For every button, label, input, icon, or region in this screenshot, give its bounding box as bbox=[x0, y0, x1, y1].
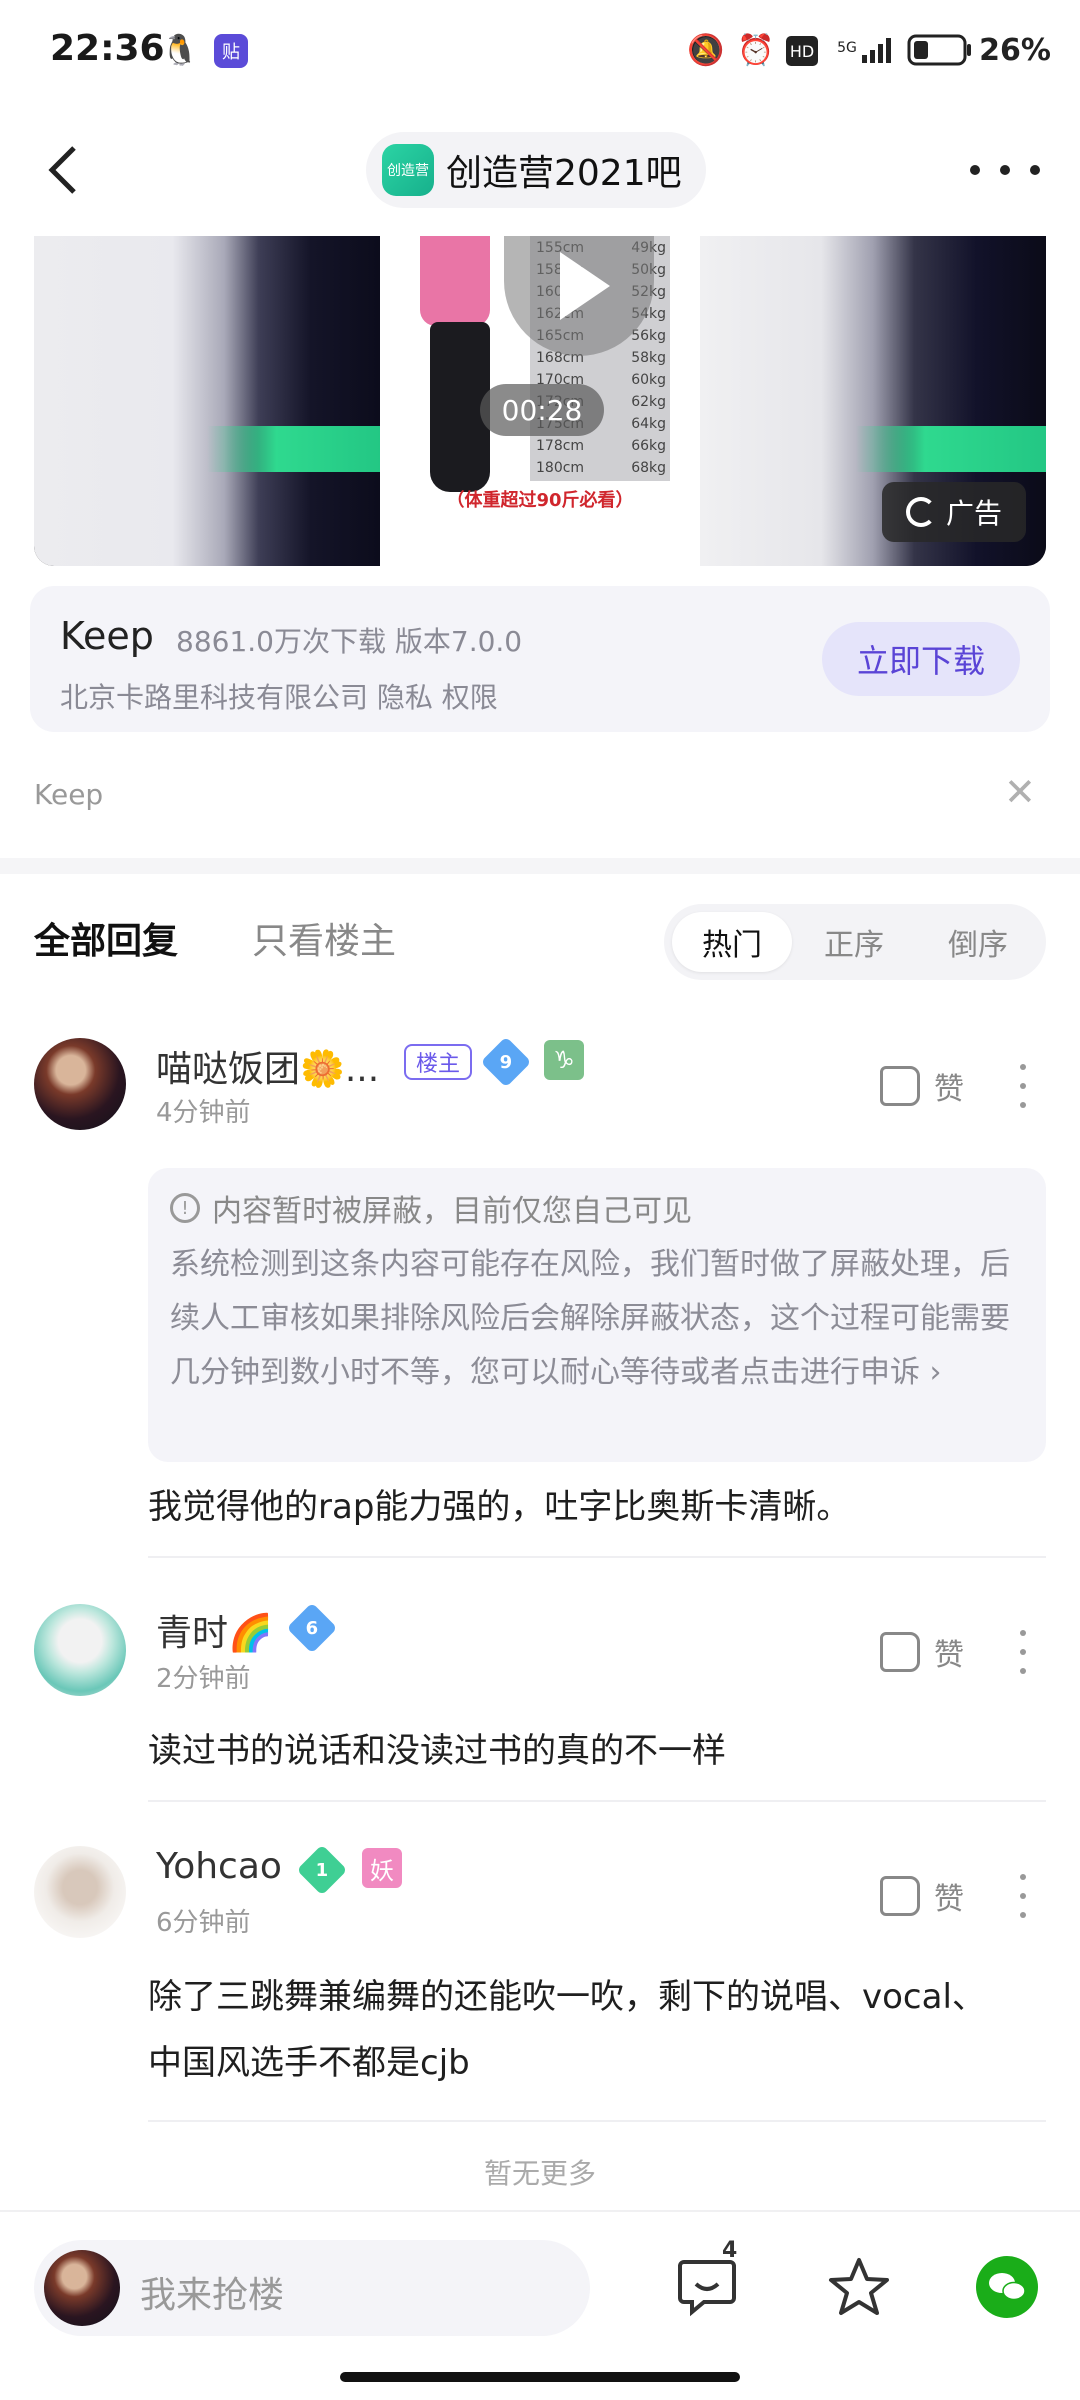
app-name: Keep bbox=[60, 614, 154, 658]
info-icon: ! bbox=[170, 1193, 200, 1223]
thumbs-up-icon bbox=[880, 1632, 920, 1672]
battery-percent: 26% bbox=[979, 32, 1051, 68]
reply-input[interactable]: 我来抢楼 bbox=[34, 2240, 590, 2336]
app-meta: 8861.0万次下载 版本7.0.0 bbox=[176, 625, 523, 658]
level-badge: 9 bbox=[480, 1036, 532, 1088]
sort-segment: 热门 正序 倒序 bbox=[664, 904, 1046, 980]
sort-hot[interactable]: 热门 bbox=[672, 912, 792, 972]
size-weight: 66kg bbox=[631, 438, 666, 454]
status-time: 22:36 bbox=[50, 28, 165, 69]
blocked-notice[interactable]: ! 内容暂时被屏蔽，目前仅您自己可见 系统检测到这条内容可能存在风险，我们暂时做… bbox=[148, 1168, 1046, 1462]
section-divider bbox=[0, 858, 1080, 874]
qq-icon: 🐧 bbox=[161, 32, 199, 68]
thumbs-up-icon bbox=[880, 1066, 920, 1106]
username[interactable]: 喵哒饭团🌼... bbox=[156, 1040, 379, 1092]
ad-source: Keep bbox=[34, 778, 104, 811]
avatar[interactable] bbox=[34, 1038, 126, 1130]
mute-bell-icon: 🔕 bbox=[687, 32, 725, 68]
level-badge: 6 bbox=[286, 1602, 338, 1654]
size-height: 180cm bbox=[536, 460, 585, 476]
comment-count: 4 bbox=[722, 2238, 738, 2263]
size-height: 178cm bbox=[536, 438, 585, 454]
blocked-title-text: 内容暂时被屏蔽，目前仅您自己可见 bbox=[212, 1194, 692, 1229]
back-icon[interactable] bbox=[44, 140, 94, 200]
size-table-row: 180cm 68kg bbox=[536, 460, 666, 476]
battery-icon bbox=[906, 30, 974, 70]
like-label: 赞 bbox=[934, 1072, 964, 1107]
comment-time: 6分钟前 bbox=[156, 1908, 251, 1938]
tieba-app-icon: 贴 bbox=[214, 34, 248, 68]
level-badge: 1 bbox=[296, 1844, 348, 1896]
ad-badge-label: 广告 bbox=[945, 497, 1002, 530]
comment-divider bbox=[148, 2120, 1046, 2122]
top-nav: 创造营 创造营2021吧 bbox=[0, 100, 1080, 240]
comment-more-icon[interactable] bbox=[1020, 1630, 1030, 1674]
forum-name: 创造营2021吧 bbox=[446, 153, 682, 194]
sort-descending[interactable]: 倒序 bbox=[918, 912, 1038, 972]
like-button[interactable]: 赞 bbox=[880, 1874, 964, 1918]
reply-placeholder: 我来抢楼 bbox=[140, 2275, 285, 2316]
thumbs-up-icon bbox=[880, 1876, 920, 1916]
size-weight: 62kg bbox=[631, 394, 666, 410]
comment-divider bbox=[148, 1800, 1046, 1802]
download-button[interactable]: 立即下载 bbox=[822, 622, 1020, 696]
username[interactable]: 青时🌈 bbox=[156, 1604, 273, 1656]
comment-time: 4分钟前 bbox=[156, 1098, 251, 1128]
blocked-title: ! 内容暂时被屏蔽，目前仅您自己可见 bbox=[170, 1186, 692, 1230]
size-table-row: 178cm 66kg bbox=[536, 438, 666, 454]
comment-more-icon[interactable] bbox=[1020, 1064, 1030, 1108]
video-duration: 00:28 bbox=[480, 384, 604, 436]
status-bar: 22:36 🐧 贴 🔕 ⏰ HD 5G 26% bbox=[0, 0, 1080, 100]
comment-text: 读过书的说话和没读过书的真的不一样 bbox=[148, 1731, 726, 1771]
comment-divider bbox=[148, 1556, 1046, 1558]
size-weight: 64kg bbox=[631, 416, 666, 432]
app-company[interactable]: 北京卡路里科技有限公司 隐私 权限 bbox=[60, 676, 498, 716]
zodiac-badge: ♑ bbox=[544, 1040, 584, 1080]
avatar[interactable] bbox=[34, 1604, 126, 1696]
op-badge: 楼主 bbox=[404, 1044, 473, 1080]
blocked-description: 系统检测到这条内容可能存在风险，我们暂时做了屏蔽处理，后续人工审核如果排除风险后… bbox=[170, 1247, 1010, 1390]
play-icon bbox=[560, 252, 610, 320]
sort-ascending[interactable]: 正序 bbox=[794, 912, 914, 972]
ad-swirl-icon bbox=[905, 497, 936, 527]
like-button[interactable]: 赞 bbox=[880, 1064, 964, 1108]
tag-badge: 妖 bbox=[362, 1848, 402, 1888]
tab-all-replies[interactable]: 全部回复 bbox=[34, 912, 178, 964]
ad-figure bbox=[420, 236, 490, 326]
alarm-icon: ⏰ bbox=[737, 32, 775, 68]
forum-title-pill[interactable]: 创造营 创造营2021吧 bbox=[366, 132, 706, 208]
ad-badge[interactable]: 广告 bbox=[882, 482, 1026, 542]
home-indicator bbox=[340, 2372, 740, 2382]
username[interactable]: Yohcao bbox=[156, 1846, 282, 1887]
star-icon[interactable] bbox=[824, 2252, 894, 2322]
ad-blur-left bbox=[34, 236, 380, 566]
hd-icon: HD bbox=[786, 36, 818, 66]
app-info-card[interactable]: Keep 8861.0万次下载 版本7.0.0 北京卡路里科技有限公司 隐私 权… bbox=[30, 586, 1050, 732]
ad-video[interactable]: 155cm49kg158cm50kg160cm52kg162cm54kg165c… bbox=[34, 236, 1046, 566]
ad-caption: （体重超过90斤必看） bbox=[446, 490, 634, 511]
comment-text: 我觉得他的rap能力强的，吐字比奥斯卡清晰。 bbox=[148, 1487, 851, 1527]
comment-time: 2分钟前 bbox=[156, 1664, 251, 1694]
close-ad-icon[interactable]: ✕ bbox=[1004, 770, 1036, 814]
signal-icon bbox=[858, 30, 898, 70]
size-weight: 68kg bbox=[631, 460, 666, 476]
forum-logo: 创造营 bbox=[382, 144, 434, 196]
wechat-share-icon[interactable] bbox=[972, 2252, 1042, 2322]
tab-op-only[interactable]: 只看楼主 bbox=[252, 912, 396, 964]
size-weight: 58kg bbox=[631, 350, 666, 366]
avatar[interactable] bbox=[34, 1846, 126, 1938]
like-button[interactable]: 赞 bbox=[880, 1630, 964, 1674]
more-options-icon[interactable] bbox=[970, 150, 1040, 190]
like-label: 赞 bbox=[934, 1638, 964, 1673]
comment-more-icon[interactable] bbox=[1020, 1874, 1030, 1918]
like-label: 赞 bbox=[934, 1882, 964, 1917]
size-weight: 56kg bbox=[631, 328, 666, 344]
comment-text: 除了三跳舞兼编舞的还能吹一吹，剩下的说唱、vocal、中国风选手不都是cjb bbox=[148, 1977, 986, 2083]
no-more-label: 暂无更多 bbox=[483, 2157, 596, 2190]
avatar bbox=[44, 2250, 120, 2326]
size-weight: 60kg bbox=[631, 372, 666, 388]
